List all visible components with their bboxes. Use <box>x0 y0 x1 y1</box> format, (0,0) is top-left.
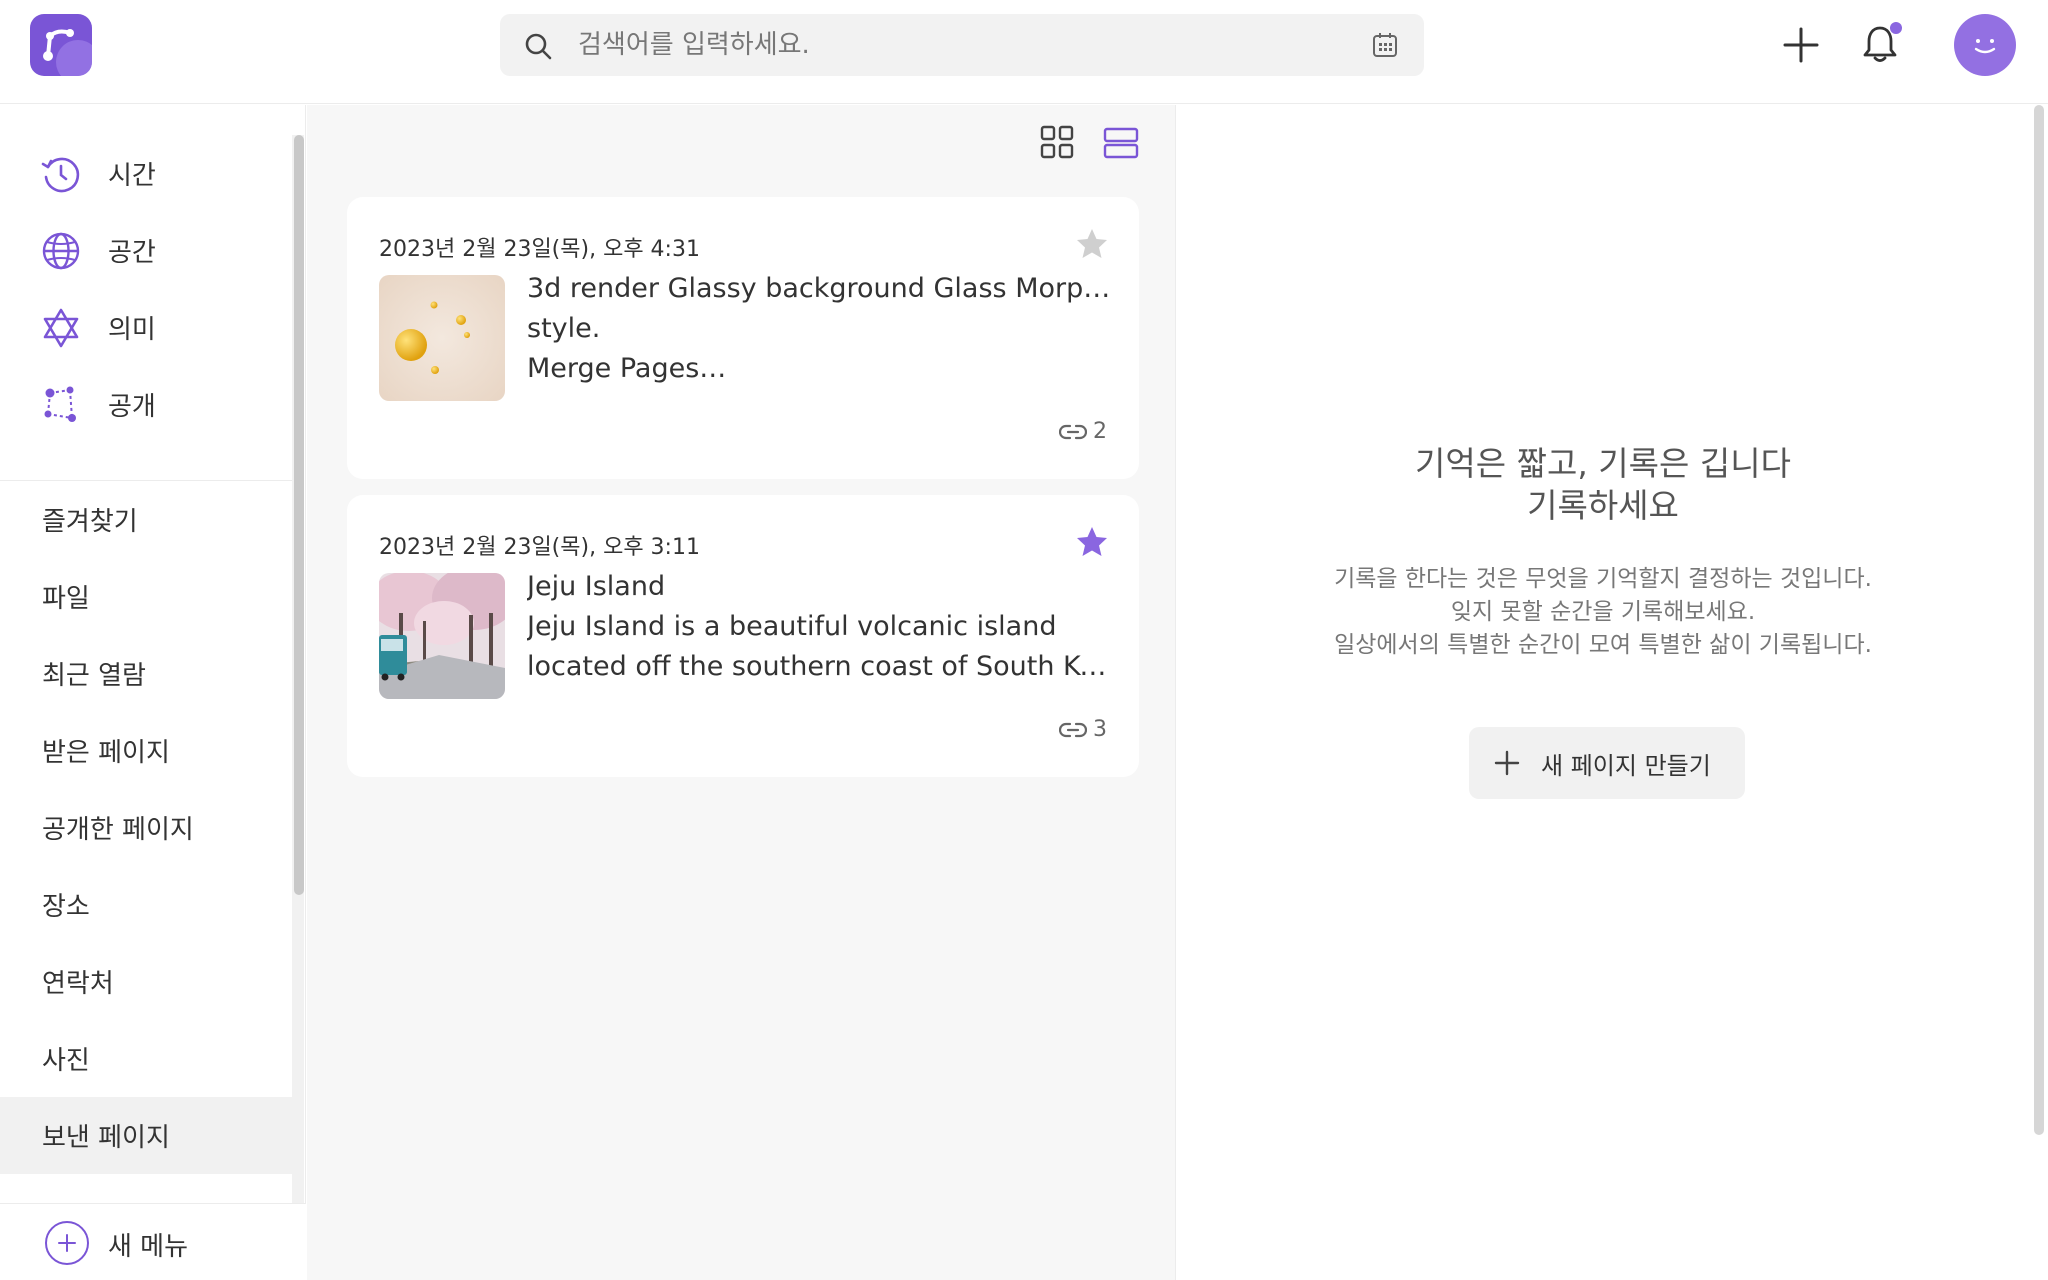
empty-state-description: 기록을 한다는 것은 무엇을 기억할지 결정하는 것입니다. 잊지 못할 순간을… <box>1177 563 2029 662</box>
sidebar: 시간 공간 의미 공개 즐겨찾기 파일 최근 열람 받은 페이지 공개한 페이지… <box>0 105 306 1280</box>
sidebar-item-received-pages[interactable]: 받은 페이지 <box>0 712 292 789</box>
card-link-count: 3 <box>1059 717 1107 742</box>
sidebar-item-label: 시간 <box>108 161 156 191</box>
empty-title-line: 기록하세요 <box>1527 486 1679 525</box>
page-card[interactable]: 2023년 2월 23일(목), 오후 4:31 3d render Glass… <box>347 197 1139 479</box>
empty-state-title: 기억은 짧고, 기록은 깁니다 기록하세요 <box>1177 443 2029 527</box>
link-count-value: 3 <box>1093 717 1107 742</box>
add-circle-icon <box>45 1221 89 1265</box>
card-thumbnail <box>379 275 505 401</box>
link-icon <box>1059 722 1087 737</box>
sidebar-item-public-pages[interactable]: 공개한 페이지 <box>0 789 292 866</box>
sidebar-item-label: 공개 <box>108 392 156 422</box>
link-icon <box>1059 424 1087 439</box>
new-page-label: 새 페이지 만들기 <box>1541 751 1711 780</box>
sidebar-item-places[interactable]: 장소 <box>0 866 292 943</box>
search-input[interactable] <box>578 14 1338 76</box>
notification-button[interactable] <box>1862 22 1902 64</box>
search-icon <box>525 33 552 60</box>
detail-pane: 기억은 짧고, 기록은 깁니다 기록하세요 기록을 한다는 것은 무엇을 기억할… <box>1177 105 2048 1280</box>
card-thumbnail <box>379 573 505 699</box>
sidebar-item-label: 공간 <box>108 238 156 268</box>
link-count-value: 2 <box>1093 419 1107 444</box>
grid-view-icon[interactable] <box>1040 125 1074 159</box>
card-date: 2023년 2월 23일(목), 오후 4:31 <box>379 237 700 262</box>
sidebar-item-meaning[interactable]: 의미 <box>0 289 292 366</box>
sidebar-item-sent-pages[interactable]: 보낸 페이지 <box>0 1097 292 1174</box>
star-of-david-icon <box>43 308 79 348</box>
logo-graph-icon <box>43 29 74 61</box>
card-date: 2023년 2월 23일(목), 오후 3:11 <box>379 535 700 560</box>
card-title: Jeju Island <box>527 571 666 602</box>
sidebar-item-photos[interactable]: 사진 <box>0 1020 292 1097</box>
app-logo[interactable] <box>30 14 92 76</box>
sidebar-item-time[interactable]: 시간 <box>0 135 292 212</box>
empty-desc-line: 잊지 못할 순간을 기록해보세요. <box>1450 599 1756 625</box>
user-avatar[interactable] <box>1954 14 2016 76</box>
sidebar-item-files[interactable]: 파일 <box>0 558 292 635</box>
calendar-icon[interactable] <box>1372 32 1398 58</box>
sidebar-item-public[interactable]: 공개 <box>0 366 292 443</box>
search-bar[interactable] <box>500 14 1424 76</box>
new-page-button[interactable]: 새 페이지 만들기 <box>1469 727 1745 799</box>
new-menu-label: 새 메뉴 <box>108 1232 189 1262</box>
empty-desc-line: 일상에서의 특별한 순간이 모여 특별한 삶이 기록됩니다. <box>1334 632 1872 658</box>
card-title: 3d render Glassy background Glass Morphi… <box>527 273 1117 304</box>
empty-desc-line: 기록을 한다는 것은 무엇을 기억할지 결정하는 것입니다. <box>1334 566 1872 592</box>
sidebar-item-space[interactable]: 공간 <box>0 212 292 289</box>
smiley-icon <box>1974 39 1996 54</box>
card-text-line: Merge Pages… <box>527 353 727 384</box>
star-icon[interactable] <box>1075 525 1109 559</box>
globe-icon <box>42 232 80 270</box>
sidebar-scroll-area: 시간 공간 의미 공개 즐겨찾기 파일 최근 열람 받은 페이지 공개한 페이지… <box>0 105 300 1203</box>
star-icon[interactable] <box>1075 227 1109 261</box>
new-menu-button[interactable]: 새 메뉴 <box>0 1203 306 1280</box>
sidebar-item-label: 의미 <box>108 315 156 345</box>
glass-spheres-image <box>379 275 505 401</box>
top-header <box>0 0 2048 104</box>
detail-scrollbar[interactable] <box>2034 105 2044 1135</box>
card-text-line: style. <box>527 313 601 344</box>
cherry-blossom-road-image <box>379 573 505 699</box>
sidebar-scrollbar-thumb[interactable] <box>294 135 304 895</box>
notification-dot <box>1890 22 1902 34</box>
card-content: Jeju Island Jeju Island is a beautiful v… <box>527 567 1117 687</box>
card-content: 3d render Glassy background Glass Morphi… <box>527 269 1117 389</box>
clock-history-icon <box>41 157 80 193</box>
share-network-icon <box>44 386 76 422</box>
card-text-line: Jeju Island is a beautiful volcanic isla… <box>527 611 1057 642</box>
list-view-icon[interactable] <box>1103 127 1139 159</box>
page-list-pane: 2023년 2월 23일(목), 오후 4:31 3d render Glass… <box>307 105 1176 1280</box>
sidebar-item-favorites[interactable]: 즐겨찾기 <box>0 481 292 558</box>
plus-icon <box>1494 750 1520 776</box>
add-icon[interactable] <box>1782 26 1820 64</box>
sidebar-item-contacts[interactable]: 연락처 <box>0 943 292 1020</box>
page-card[interactable]: 2023년 2월 23일(목), 오후 3:11 Jeju Island Jej… <box>347 495 1139 777</box>
card-text-line: located off the southern coast of South … <box>527 651 1117 682</box>
empty-title-line: 기억은 짧고, 기록은 깁니다 <box>1415 444 1791 483</box>
card-link-count: 2 <box>1059 419 1107 444</box>
sidebar-item-recent[interactable]: 최근 열람 <box>0 635 292 712</box>
